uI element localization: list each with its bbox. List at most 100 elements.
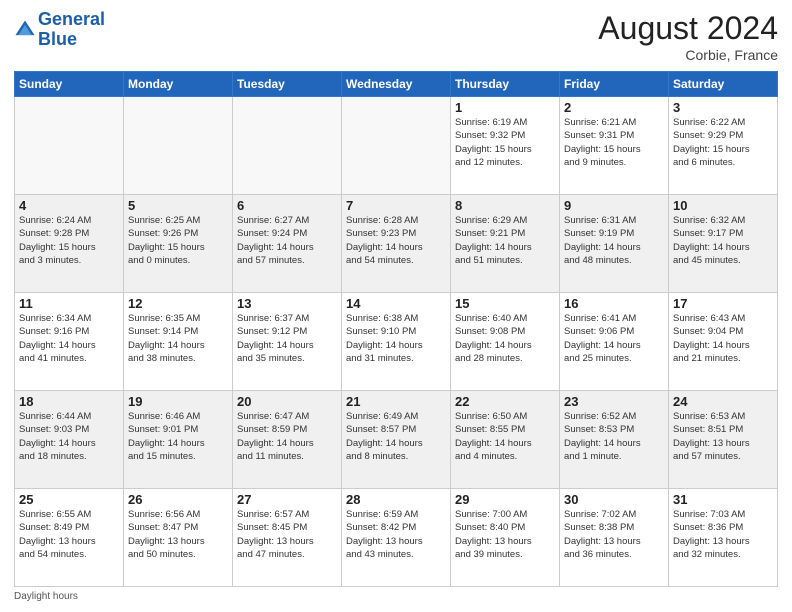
col-header-saturday: Saturday	[669, 72, 778, 97]
day-info: Sunrise: 6:47 AM Sunset: 8:59 PM Dayligh…	[237, 410, 337, 463]
calendar-day-cell: 3Sunrise: 6:22 AM Sunset: 9:29 PM Daylig…	[669, 97, 778, 195]
day-info: Sunrise: 6:49 AM Sunset: 8:57 PM Dayligh…	[346, 410, 446, 463]
day-info: Sunrise: 6:31 AM Sunset: 9:19 PM Dayligh…	[564, 214, 664, 267]
day-info: Sunrise: 6:24 AM Sunset: 9:28 PM Dayligh…	[19, 214, 119, 267]
col-header-wednesday: Wednesday	[342, 72, 451, 97]
calendar-day-cell: 18Sunrise: 6:44 AM Sunset: 9:03 PM Dayli…	[15, 391, 124, 489]
day-number: 5	[128, 198, 228, 213]
day-number: 21	[346, 394, 446, 409]
day-info: Sunrise: 6:28 AM Sunset: 9:23 PM Dayligh…	[346, 214, 446, 267]
day-number: 9	[564, 198, 664, 213]
calendar-day-cell: 23Sunrise: 6:52 AM Sunset: 8:53 PM Dayli…	[560, 391, 669, 489]
calendar-day-cell: 13Sunrise: 6:37 AM Sunset: 9:12 PM Dayli…	[233, 293, 342, 391]
calendar-week-row: 18Sunrise: 6:44 AM Sunset: 9:03 PM Dayli…	[15, 391, 778, 489]
day-number: 22	[455, 394, 555, 409]
day-number: 3	[673, 100, 773, 115]
day-info: Sunrise: 6:40 AM Sunset: 9:08 PM Dayligh…	[455, 312, 555, 365]
day-number: 15	[455, 296, 555, 311]
calendar-day-cell: 8Sunrise: 6:29 AM Sunset: 9:21 PM Daylig…	[451, 195, 560, 293]
location: Corbie, France	[598, 47, 778, 63]
day-info: Sunrise: 6:32 AM Sunset: 9:17 PM Dayligh…	[673, 214, 773, 267]
calendar-day-cell: 31Sunrise: 7:03 AM Sunset: 8:36 PM Dayli…	[669, 489, 778, 587]
logo-line2: Blue	[38, 30, 105, 50]
day-info: Sunrise: 6:57 AM Sunset: 8:45 PM Dayligh…	[237, 508, 337, 561]
day-number: 6	[237, 198, 337, 213]
calendar-day-cell: 9Sunrise: 6:31 AM Sunset: 9:19 PM Daylig…	[560, 195, 669, 293]
day-number: 13	[237, 296, 337, 311]
calendar-day-cell: 28Sunrise: 6:59 AM Sunset: 8:42 PM Dayli…	[342, 489, 451, 587]
day-info: Sunrise: 6:43 AM Sunset: 9:04 PM Dayligh…	[673, 312, 773, 365]
calendar-day-cell: 25Sunrise: 6:55 AM Sunset: 8:49 PM Dayli…	[15, 489, 124, 587]
day-number: 4	[19, 198, 119, 213]
day-info: Sunrise: 7:00 AM Sunset: 8:40 PM Dayligh…	[455, 508, 555, 561]
calendar-day-cell: 1Sunrise: 6:19 AM Sunset: 9:32 PM Daylig…	[451, 97, 560, 195]
col-header-monday: Monday	[124, 72, 233, 97]
day-info: Sunrise: 6:25 AM Sunset: 9:26 PM Dayligh…	[128, 214, 228, 267]
day-number: 10	[673, 198, 773, 213]
day-info: Sunrise: 6:44 AM Sunset: 9:03 PM Dayligh…	[19, 410, 119, 463]
calendar-day-cell: 19Sunrise: 6:46 AM Sunset: 9:01 PM Dayli…	[124, 391, 233, 489]
page: General Blue August 2024 Corbie, France …	[0, 0, 792, 612]
day-number: 23	[564, 394, 664, 409]
calendar-day-cell: 12Sunrise: 6:35 AM Sunset: 9:14 PM Dayli…	[124, 293, 233, 391]
day-info: Sunrise: 6:29 AM Sunset: 9:21 PM Dayligh…	[455, 214, 555, 267]
day-info: Sunrise: 6:22 AM Sunset: 9:29 PM Dayligh…	[673, 116, 773, 169]
day-info: Sunrise: 6:19 AM Sunset: 9:32 PM Dayligh…	[455, 116, 555, 169]
calendar-day-cell: 2Sunrise: 6:21 AM Sunset: 9:31 PM Daylig…	[560, 97, 669, 195]
col-header-friday: Friday	[560, 72, 669, 97]
day-info: Sunrise: 6:38 AM Sunset: 9:10 PM Dayligh…	[346, 312, 446, 365]
header: General Blue August 2024 Corbie, France	[14, 10, 778, 63]
day-number: 30	[564, 492, 664, 507]
calendar-day-cell: 30Sunrise: 7:02 AM Sunset: 8:38 PM Dayli…	[560, 489, 669, 587]
day-number: 19	[128, 394, 228, 409]
calendar-week-row: 25Sunrise: 6:55 AM Sunset: 8:49 PM Dayli…	[15, 489, 778, 587]
day-info: Sunrise: 6:21 AM Sunset: 9:31 PM Dayligh…	[564, 116, 664, 169]
day-info: Sunrise: 6:52 AM Sunset: 8:53 PM Dayligh…	[564, 410, 664, 463]
day-number: 28	[346, 492, 446, 507]
day-number: 29	[455, 492, 555, 507]
day-number: 27	[237, 492, 337, 507]
calendar-day-cell: 14Sunrise: 6:38 AM Sunset: 9:10 PM Dayli…	[342, 293, 451, 391]
day-number: 18	[19, 394, 119, 409]
calendar-day-cell: 26Sunrise: 6:56 AM Sunset: 8:47 PM Dayli…	[124, 489, 233, 587]
month-title: August 2024	[598, 10, 778, 47]
day-info: Sunrise: 6:34 AM Sunset: 9:16 PM Dayligh…	[19, 312, 119, 365]
day-info: Sunrise: 6:46 AM Sunset: 9:01 PM Dayligh…	[128, 410, 228, 463]
day-info: Sunrise: 6:50 AM Sunset: 8:55 PM Dayligh…	[455, 410, 555, 463]
calendar-day-cell: 6Sunrise: 6:27 AM Sunset: 9:24 PM Daylig…	[233, 195, 342, 293]
calendar-week-row: 1Sunrise: 6:19 AM Sunset: 9:32 PM Daylig…	[15, 97, 778, 195]
logo-line1: General	[38, 10, 105, 30]
footer: Daylight hours	[14, 591, 778, 602]
calendar-day-cell: 11Sunrise: 6:34 AM Sunset: 9:16 PM Dayli…	[15, 293, 124, 391]
logo-text: General Blue	[38, 10, 105, 50]
calendar-day-cell: 15Sunrise: 6:40 AM Sunset: 9:08 PM Dayli…	[451, 293, 560, 391]
title-block: August 2024 Corbie, France	[598, 10, 778, 63]
day-number: 16	[564, 296, 664, 311]
calendar-day-cell: 22Sunrise: 6:50 AM Sunset: 8:55 PM Dayli…	[451, 391, 560, 489]
day-number: 24	[673, 394, 773, 409]
day-number: 25	[19, 492, 119, 507]
day-number: 14	[346, 296, 446, 311]
day-number: 31	[673, 492, 773, 507]
day-info: Sunrise: 6:53 AM Sunset: 8:51 PM Dayligh…	[673, 410, 773, 463]
calendar-day-cell	[233, 97, 342, 195]
day-info: Sunrise: 6:56 AM Sunset: 8:47 PM Dayligh…	[128, 508, 228, 561]
day-number: 26	[128, 492, 228, 507]
calendar-day-cell: 10Sunrise: 6:32 AM Sunset: 9:17 PM Dayli…	[669, 195, 778, 293]
day-number: 12	[128, 296, 228, 311]
day-number: 8	[455, 198, 555, 213]
calendar-week-row: 4Sunrise: 6:24 AM Sunset: 9:28 PM Daylig…	[15, 195, 778, 293]
day-info: Sunrise: 7:03 AM Sunset: 8:36 PM Dayligh…	[673, 508, 773, 561]
col-header-thursday: Thursday	[451, 72, 560, 97]
calendar-table: SundayMondayTuesdayWednesdayThursdayFrid…	[14, 71, 778, 587]
day-number: 2	[564, 100, 664, 115]
logo: General Blue	[14, 10, 105, 50]
day-info: Sunrise: 6:59 AM Sunset: 8:42 PM Dayligh…	[346, 508, 446, 561]
col-header-tuesday: Tuesday	[233, 72, 342, 97]
day-info: Sunrise: 7:02 AM Sunset: 8:38 PM Dayligh…	[564, 508, 664, 561]
day-number: 17	[673, 296, 773, 311]
calendar-header-row: SundayMondayTuesdayWednesdayThursdayFrid…	[15, 72, 778, 97]
calendar-day-cell: 21Sunrise: 6:49 AM Sunset: 8:57 PM Dayli…	[342, 391, 451, 489]
calendar-day-cell: 16Sunrise: 6:41 AM Sunset: 9:06 PM Dayli…	[560, 293, 669, 391]
calendar-day-cell: 24Sunrise: 6:53 AM Sunset: 8:51 PM Dayli…	[669, 391, 778, 489]
